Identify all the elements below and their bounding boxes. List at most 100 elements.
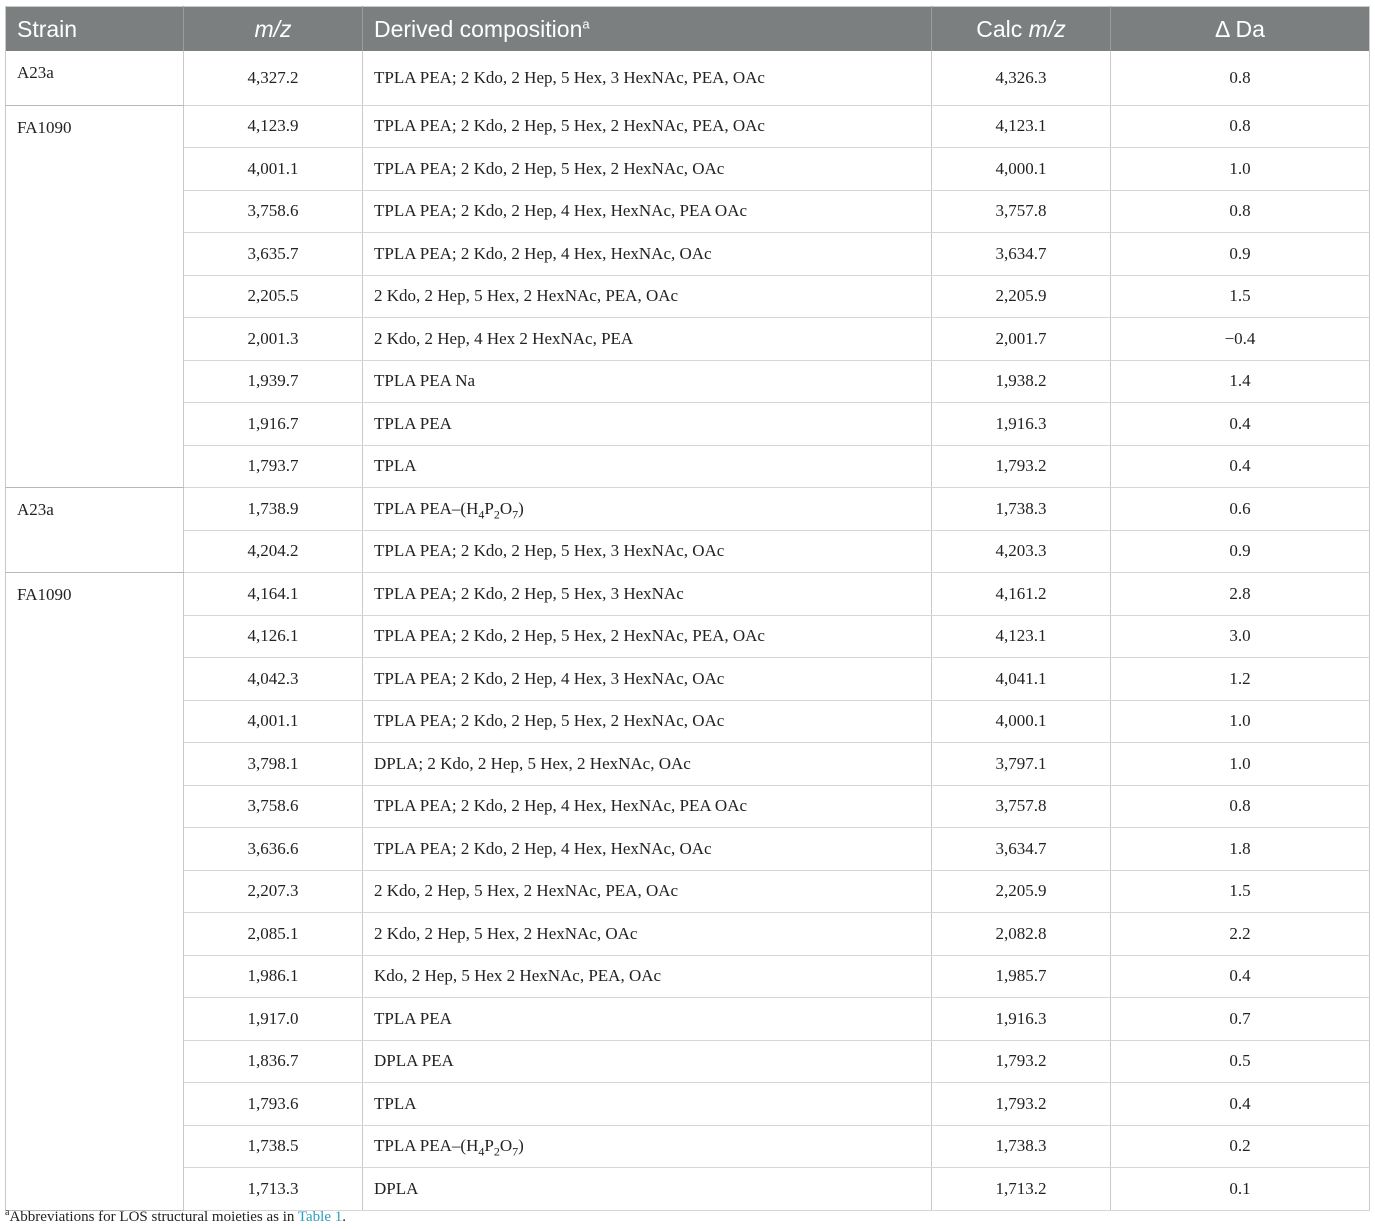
table-row: 2,205.5 2 Kdo, 2 Hep, 5 Hex, 2 HexNAc, PE… bbox=[6, 275, 1370, 318]
table-row: 1,939.7 TPLA PEA Na 1,938.2 1.4 bbox=[6, 360, 1370, 403]
delta-cell: 1.5 bbox=[1110, 870, 1370, 913]
composition-cell: TPLA PEA; 2 Kdo, 2 Hep, 5 Hex, 2 HexNAc,… bbox=[362, 700, 932, 743]
delta-cell: 1.0 bbox=[1110, 742, 1370, 786]
composition-cell: TPLA PEA Na bbox=[362, 360, 932, 403]
calc-mz-cell: 3,634.7 bbox=[931, 827, 1111, 871]
mz-cell: 2,001.3 bbox=[183, 317, 363, 361]
table-row: 1,917.0 TPLA PEA 1,916.3 0.7 bbox=[6, 997, 1370, 1041]
calc-mz-cell: 4,000.1 bbox=[931, 700, 1111, 743]
table-row: 1,836.7 DPLA PEA 1,793.2 0.5 bbox=[6, 1040, 1370, 1083]
calc-mz-cell: 1,916.3 bbox=[931, 402, 1111, 446]
mz-cell: 4,001.1 bbox=[183, 147, 363, 191]
delta-cell: 0.6 bbox=[1110, 487, 1370, 531]
composition-cell: TPLA PEA bbox=[362, 402, 932, 446]
delta-cell: 0.4 bbox=[1110, 445, 1370, 488]
header-strain: Strain bbox=[5, 6, 184, 51]
mz-cell: 4,327.2 bbox=[183, 51, 363, 106]
composition-cell: Kdo, 2 Hep, 5 Hex 2 HexNAc, PEA, OAc bbox=[362, 955, 932, 998]
strain-cell: A23a bbox=[5, 51, 184, 106]
header-calc-mz: Calc m/z bbox=[931, 6, 1111, 51]
table-row: 2,085.1 2 Kdo, 2 Hep, 5 Hex, 2 HexNAc, OA… bbox=[6, 912, 1370, 956]
mz-cell: 2,205.5 bbox=[183, 275, 363, 318]
delta-cell: 0.8 bbox=[1110, 785, 1370, 828]
calc-mz-cell: 3,757.8 bbox=[931, 785, 1111, 828]
table-row: 4,001.1 TPLA PEA; 2 Kdo, 2 Hep, 5 Hex, 2 … bbox=[6, 700, 1370, 743]
header-composition-label: Derived composition bbox=[374, 15, 583, 42]
table-row: 3,636.6 TPLA PEA; 2 Kdo, 2 Hep, 4 Hex, He… bbox=[6, 827, 1370, 871]
calc-mz-cell: 4,123.1 bbox=[931, 615, 1111, 658]
composition-cell: TPLA PEA bbox=[362, 997, 932, 1041]
mz-cell: 4,164.1 bbox=[183, 572, 363, 616]
calc-mz-cell: 3,634.7 bbox=[931, 232, 1111, 276]
table-row: 3,758.6 TPLA PEA; 2 Kdo, 2 Hep, 4 Hex, He… bbox=[6, 190, 1370, 233]
composition-cell: TPLA PEA; 2 Kdo, 2 Hep, 4 Hex, HexNAc, P… bbox=[362, 190, 932, 233]
mz-cell: 4,126.1 bbox=[183, 615, 363, 658]
calc-mz-cell: 1,793.2 bbox=[931, 445, 1111, 488]
mz-cell: 1,836.7 bbox=[183, 1040, 363, 1083]
table-footnote: aAbbreviations for LOS structural moieti… bbox=[5, 1207, 346, 1226]
mz-cell: 1,916.7 bbox=[183, 402, 363, 446]
composition-cell: TPLA PEA; 2 Kdo, 2 Hep, 5 Hex, 2 HexNAc,… bbox=[362, 615, 932, 658]
calc-mz-cell: 4,203.3 bbox=[931, 530, 1111, 573]
calc-mz-cell: 2,205.9 bbox=[931, 870, 1111, 913]
table-row: FA1090 4,164.1 TPLA PEA; 2 Kdo, 2 Hep, 5 H… bbox=[5, 572, 1370, 1211]
composition-cell: TPLA PEA; 2 Kdo, 2 Hep, 4 Hex, HexNAc, O… bbox=[362, 827, 932, 871]
header-mz: m/z bbox=[183, 6, 363, 51]
mz-cell: 2,207.3 bbox=[183, 870, 363, 913]
mz-cell: 3,758.6 bbox=[183, 785, 363, 828]
mz-cell: 1,713.3 bbox=[183, 1167, 363, 1211]
mz-cell: 3,758.6 bbox=[183, 190, 363, 233]
delta-cell: 0.2 bbox=[1110, 1125, 1370, 1168]
mz-cell: 1,986.1 bbox=[183, 955, 363, 998]
composition-cell: 2 Kdo, 2 Hep, 4 Hex 2 HexNAc, PEA bbox=[362, 317, 932, 361]
strain-cell: FA1090 bbox=[5, 572, 184, 1211]
delta-cell: 1.0 bbox=[1110, 700, 1370, 743]
calc-mz-cell: 1,713.2 bbox=[931, 1167, 1111, 1211]
composition-cell: TPLA PEA–(H4P2O7) bbox=[362, 487, 932, 531]
los-composition-table: Strain m/z Derived compositiona Calc m/z… bbox=[5, 6, 1370, 1211]
table-row: 1,738.5 TPLA PEA–(H4P2O7) 1,738.3 0.2 bbox=[6, 1125, 1370, 1168]
calc-mz-cell: 1,793.2 bbox=[931, 1040, 1111, 1083]
delta-cell: 0.8 bbox=[1110, 104, 1370, 148]
composition-cell: TPLA PEA; 2 Kdo, 2 Hep, 5 Hex, 3 HexNAc bbox=[362, 572, 932, 616]
delta-cell: 0.5 bbox=[1110, 1040, 1370, 1083]
calc-mz-cell: 2,205.9 bbox=[931, 275, 1111, 318]
table-row: 4,204.2 TPLA PEA; 2 Kdo, 2 Hep, 5 Hex, 3 … bbox=[6, 530, 1370, 573]
table-row: FA1090 4,123.9 TPLA PEA; 2 Kdo, 2 Hep, 5 H… bbox=[5, 104, 1370, 488]
table-1-link[interactable]: Table 1 bbox=[298, 1209, 342, 1225]
composition-cell: TPLA PEA; 2 Kdo, 2 Hep, 4 Hex, HexNAc, O… bbox=[362, 232, 932, 276]
footnote-end: . bbox=[342, 1209, 346, 1225]
mz-cell: 1,939.7 bbox=[183, 360, 363, 403]
table-row: A23a 4,327.2 TPLA PEA; 2 Kdo, 2 Hep, 5 Hex… bbox=[5, 51, 1370, 106]
delta-cell: 2.2 bbox=[1110, 912, 1370, 956]
calc-mz-cell: 1,938.2 bbox=[931, 360, 1111, 403]
composition-cell: TPLA PEA; 2 Kdo, 2 Hep, 5 Hex, 3 HexNAc,… bbox=[362, 51, 932, 106]
delta-cell: 3.0 bbox=[1110, 615, 1370, 658]
footnote-marker: a bbox=[582, 15, 590, 31]
table-row: 2,207.3 2 Kdo, 2 Hep, 5 Hex, 2 HexNAc, PE… bbox=[6, 870, 1370, 913]
calc-mz-cell: 1,916.3 bbox=[931, 997, 1111, 1041]
delta-cell: 1.0 bbox=[1110, 147, 1370, 191]
table-row: A23a 1,738.9 TPLA PEA–(H4P2O7) 1,738.3 0.6 bbox=[5, 487, 1370, 573]
delta-cell: 1.8 bbox=[1110, 827, 1370, 871]
composition-cell: TPLA PEA; 2 Kdo, 2 Hep, 4 Hex, HexNAc, P… bbox=[362, 785, 932, 828]
strain-cell: A23a bbox=[5, 487, 184, 573]
delta-cell: 0.9 bbox=[1110, 232, 1370, 276]
composition-cell: TPLA PEA; 2 Kdo, 2 Hep, 4 Hex, 3 HexNAc,… bbox=[362, 657, 932, 701]
mz-cell: 3,636.6 bbox=[183, 827, 363, 871]
header-calc-mz-label: m/z bbox=[1028, 15, 1066, 42]
mz-cell: 1,917.0 bbox=[183, 997, 363, 1041]
calc-mz-cell: 1,738.3 bbox=[931, 487, 1111, 531]
composition-cell: 2 Kdo, 2 Hep, 5 Hex, 2 HexNAc, OAc bbox=[362, 912, 932, 956]
delta-cell: 0.9 bbox=[1110, 530, 1370, 573]
composition-cell: DPLA bbox=[362, 1167, 932, 1211]
mz-cell: 4,123.9 bbox=[183, 104, 363, 148]
footnote-text: Abbreviations for LOS structural moietie… bbox=[9, 1209, 298, 1225]
delta-cell: 1.2 bbox=[1110, 657, 1370, 701]
table-row: 1,916.7 TPLA PEA 1,916.3 0.4 bbox=[6, 402, 1370, 446]
mz-cell: 3,798.1 bbox=[183, 742, 363, 786]
mz-cell: 4,001.1 bbox=[183, 700, 363, 743]
mz-cell: 1,793.6 bbox=[183, 1082, 363, 1126]
table-row: 2,001.3 2 Kdo, 2 Hep, 4 Hex 2 HexNAc, PEA… bbox=[6, 317, 1370, 361]
strain-cell: FA1090 bbox=[5, 104, 184, 488]
